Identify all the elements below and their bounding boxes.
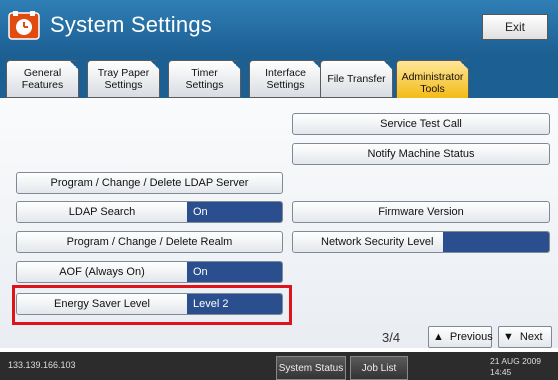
job-list-button[interactable]: Job List <box>350 356 408 380</box>
tab-general-features[interactable]: General Features <box>6 60 79 98</box>
page-indicator: 3/4 <box>382 330 401 345</box>
tab-file-transfer[interactable]: File Transfer <box>320 60 393 98</box>
system-status-button[interactable]: System Status <box>276 356 346 380</box>
exit-button[interactable]: Exit <box>482 14 548 40</box>
next-label: Next <box>519 331 543 343</box>
down-triangle-icon: ▼ <box>503 331 514 343</box>
service-test-call-button[interactable]: Service Test Call <box>292 113 550 135</box>
network-security-level-value <box>443 232 549 252</box>
system-settings-icon <box>8 10 40 40</box>
ldap-search-button[interactable]: LDAP Search On <box>16 201 283 223</box>
network-security-level-button[interactable]: Network Security Level <box>292 231 550 253</box>
aof-label: AOF (Always On) <box>17 262 187 282</box>
up-triangle-icon: ▲ <box>433 331 444 343</box>
previous-label: Previous <box>449 331 493 343</box>
tab-timer-settings[interactable]: Timer Settings <box>168 60 241 98</box>
highlight-box <box>12 285 292 325</box>
network-security-level-label: Network Security Level <box>293 232 443 252</box>
ldap-search-label: LDAP Search <box>17 202 187 222</box>
page-title: System Settings <box>50 12 212 37</box>
ldap-search-value: On <box>187 202 282 222</box>
date-text: 21 AUG 2009 <box>490 356 542 366</box>
tab-tray-paper-settings[interactable]: Tray Paper Settings <box>87 60 160 98</box>
previous-button[interactable]: ▲ Previous <box>428 326 493 348</box>
tab-interface-settings[interactable]: Interface Settings <box>249 60 322 98</box>
aof-button[interactable]: AOF (Always On) On <box>16 261 283 283</box>
aof-value: On <box>187 262 282 282</box>
ip-address: 133.139.166.103 <box>8 360 76 370</box>
firmware-version-button[interactable]: Firmware Version <box>292 201 550 223</box>
program-ldap-server-button[interactable]: Program / Change / Delete LDAP Server <box>16 172 283 194</box>
time-text: 14:45 <box>490 367 512 377</box>
date-time: 21 AUG 2009 14:45 <box>490 356 541 378</box>
next-button[interactable]: ▼ Next <box>498 326 552 348</box>
notify-machine-status-button[interactable]: Notify Machine Status <box>292 143 550 165</box>
program-realm-button[interactable]: Program / Change / Delete Realm <box>16 231 283 253</box>
